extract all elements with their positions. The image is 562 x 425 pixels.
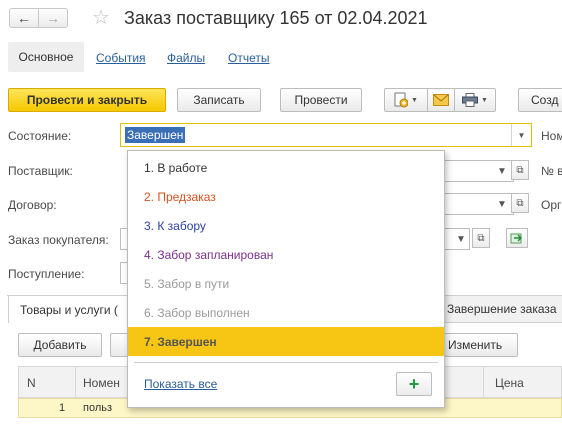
back-button[interactable]: ←: [9, 8, 39, 28]
chevron-down-icon[interactable]: ▼: [452, 229, 470, 249]
arrow-left-icon: ←: [17, 10, 31, 26]
document-create-icon: [394, 92, 409, 108]
add-option-button[interactable]: +: [396, 372, 432, 396]
column-header-n[interactable]: N: [27, 376, 36, 390]
create-button[interactable]: Созд: [518, 88, 562, 112]
printer-icon: [462, 93, 479, 107]
receipt-label: Поступление:: [8, 267, 85, 281]
open-icon[interactable]: ⧉: [511, 160, 529, 180]
incoming-number-label: № в: [541, 164, 562, 178]
print-button[interactable]: ▼: [454, 88, 496, 112]
chevron-down-icon[interactable]: ▼: [493, 194, 511, 214]
show-all-link[interactable]: Показать все: [144, 377, 217, 391]
tab-reports[interactable]: Отчеты: [228, 51, 269, 65]
tab-events[interactable]: События: [96, 51, 146, 65]
state-select[interactable]: Завершен ▼: [120, 123, 532, 147]
list-item[interactable]: 2. Предзаказ: [128, 182, 444, 211]
create-based-on-button[interactable]: ▼: [384, 88, 428, 112]
list-item-selected[interactable]: 7. Завершен: [128, 327, 444, 356]
supplier-label: Поставщик:: [8, 164, 73, 178]
divider: [134, 362, 438, 363]
forward-button[interactable]: →: [38, 8, 68, 28]
tab-order-completion[interactable]: Завершение заказа: [444, 295, 562, 323]
list-item[interactable]: 4. Забор запланирован: [128, 240, 444, 269]
arrow-right-icon: →: [46, 10, 60, 26]
option-label: 1. В работе: [144, 160, 208, 175]
chevron-down-icon: ▼: [411, 96, 418, 104]
column-header-price[interactable]: Цена: [495, 376, 524, 390]
tab-files[interactable]: Файлы: [167, 51, 205, 65]
open-icon[interactable]: ⧉: [472, 228, 490, 248]
column-header-name[interactable]: Номен: [83, 376, 120, 390]
change-button[interactable]: Изменить: [444, 333, 518, 357]
list-item[interactable]: 5. Забор в пути: [128, 269, 444, 298]
list-item[interactable]: 3. К забору: [128, 211, 444, 240]
organization-label: Орг: [541, 198, 562, 212]
option-label: 5. Забор в пути: [144, 276, 230, 291]
number-label: Ном: [541, 129, 562, 143]
column-divider: [75, 367, 76, 397]
option-label: 4. Забор запланирован: [144, 247, 274, 262]
option-label: 3. К забору: [144, 218, 206, 233]
star-icon[interactable]: ☆: [92, 5, 110, 30]
row-name: польз: [83, 402, 113, 414]
fill-from-order-button[interactable]: [506, 228, 528, 248]
chevron-down-icon[interactable]: ▼: [511, 124, 531, 146]
plus-icon: +: [408, 373, 420, 394]
state-value: Завершен: [125, 127, 186, 143]
list-item[interactable]: 6. Забор выполнен: [128, 298, 444, 327]
chevron-down-icon[interactable]: ▼: [493, 161, 511, 181]
save-button[interactable]: Записать: [177, 88, 261, 112]
column-divider: [483, 367, 484, 397]
open-icon[interactable]: ⧉: [511, 193, 529, 213]
state-label: Состояние:: [8, 129, 72, 143]
envelope-icon: [433, 94, 449, 106]
add-row-button[interactable]: Добавить: [18, 333, 102, 357]
state-dropdown-list: 1. В работе 2. Предзаказ 3. К забору 4. …: [127, 150, 445, 408]
toolbar-button-hidden[interactable]: [110, 333, 128, 357]
row-number: 1: [59, 402, 66, 414]
contract-label: Договор:: [8, 198, 57, 212]
list-item[interactable]: 1. В работе: [128, 153, 444, 182]
chevron-down-icon: ▼: [481, 96, 488, 104]
tab-goods-and-services[interactable]: Товары и услуги (: [8, 295, 130, 323]
page-title: Заказ поставщику 165 от 02.04.2021: [124, 8, 428, 28]
post-and-close-button[interactable]: Провести и закрыть: [8, 88, 166, 112]
post-button[interactable]: Провести: [280, 88, 362, 112]
refresh-arrow-icon: [510, 233, 522, 244]
customer-order-label: Заказ покупателя:: [8, 233, 109, 247]
option-label: 2. Предзаказ: [144, 189, 216, 204]
option-label: 6. Забор выполнен: [144, 305, 250, 320]
email-button[interactable]: [427, 88, 455, 112]
option-label: 7. Завершен: [144, 334, 217, 349]
tab-main[interactable]: Основное: [8, 42, 84, 72]
